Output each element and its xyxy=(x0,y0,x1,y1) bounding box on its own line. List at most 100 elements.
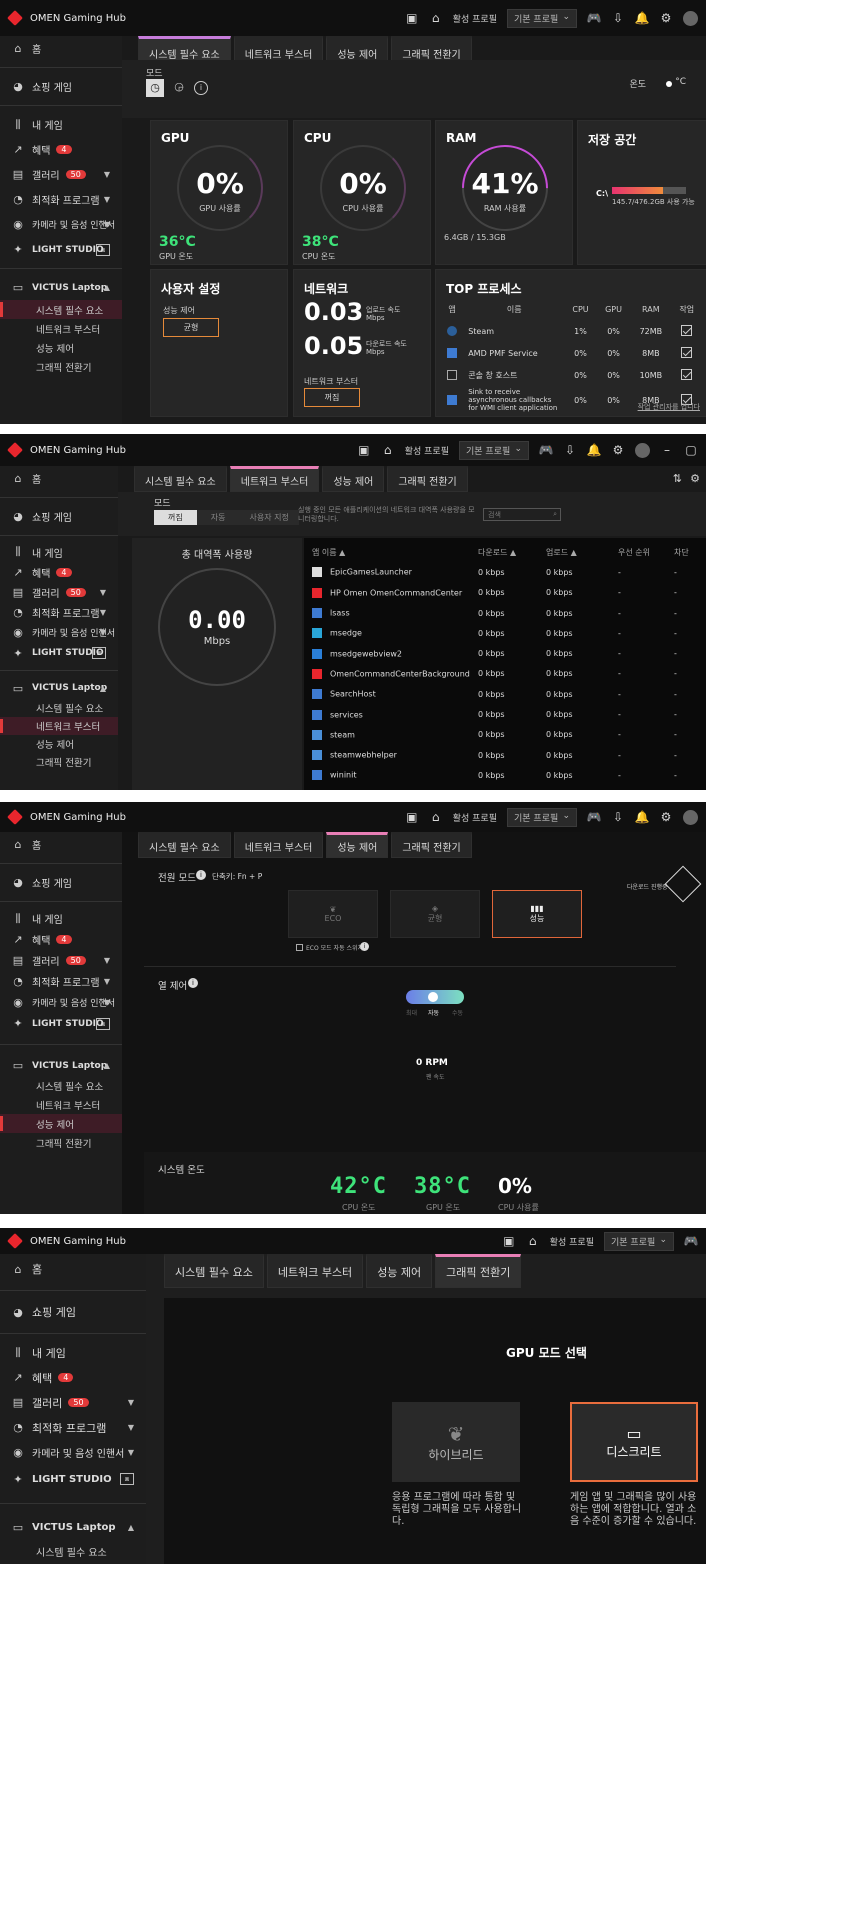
fan-mode-slider[interactable] xyxy=(406,990,464,1004)
priority-value[interactable]: - xyxy=(614,765,670,785)
sidebar-item-home[interactable]: ⌂ 홈 xyxy=(0,832,122,857)
sidebar-item-my-games[interactable]: ⫼ 내 게임 xyxy=(0,908,122,929)
bell-icon[interactable]: 🔔 xyxy=(587,443,602,457)
fan-gauge-icon[interactable]: ◶ xyxy=(170,79,188,97)
sidebar-sub-graphics[interactable]: 그래픽 전환기 xyxy=(0,753,118,771)
download-icon[interactable]: ⇩ xyxy=(611,11,625,25)
tab-performance[interactable]: 성능 제어 xyxy=(322,466,385,492)
mode-off-button[interactable]: 꺼짐 xyxy=(154,510,197,525)
info-icon[interactable]: i xyxy=(196,870,206,880)
balance-mode-card[interactable]: ◈ 균형 xyxy=(390,890,480,938)
block-value[interactable]: - xyxy=(670,704,706,724)
sidebar-item-home[interactable]: ⌂ 홈 xyxy=(0,1254,146,1284)
bell-icon[interactable]: 🔔 xyxy=(635,11,650,25)
sidebar-sub-graphics[interactable]: 그래픽 전환기 xyxy=(0,357,122,376)
bell-icon[interactable]: 🔔 xyxy=(635,810,650,824)
gear-icon[interactable]: ⚙ xyxy=(690,472,700,485)
sidebar-item-gallery[interactable]: ▤ 갤러리 50 ▼ xyxy=(0,1390,146,1415)
library-icon[interactable]: ▣ xyxy=(502,1234,516,1248)
sidebar-item-home[interactable]: ⌂ 홈 xyxy=(0,466,118,491)
tab-graphics[interactable]: 그래픽 전환기 xyxy=(435,1254,522,1288)
sidebar-item-device[interactable]: ▭ VICTUS Laptop ▲ xyxy=(0,1514,146,1540)
tab-network[interactable]: 네트워크 부스터 xyxy=(229,466,320,492)
controller-icon[interactable]: 🎮 xyxy=(539,443,554,457)
info-icon[interactable]: i xyxy=(188,978,198,988)
fan-mode-max[interactable]: 최대 xyxy=(406,1008,417,1017)
sidebar-item-optimizer[interactable]: ◔ 최적화 프로그램 ▼ xyxy=(0,602,118,622)
sidebar-sub-network[interactable]: 네트워크 부스터 xyxy=(0,319,122,338)
sidebar-item-shop[interactable]: ◕ 쇼핑 게임 xyxy=(0,74,122,99)
sidebar-sub-network[interactable]: 네트워크 부스터 xyxy=(0,1095,122,1114)
sidebar-item-light-studio[interactable]: ✦ LIGHT STUDIO ⧈ xyxy=(0,1465,146,1493)
table-row[interactable]: steam 0 kbps 0 kbps - - xyxy=(304,725,706,745)
table-row[interactable]: EpicGamesLauncher 0 kbps 0 kbps - - xyxy=(304,562,706,582)
block-value[interactable]: - xyxy=(670,643,706,663)
block-value[interactable]: - xyxy=(670,562,706,582)
sidebar-item-gallery[interactable]: ▤ 갤러리 50 ▼ xyxy=(0,162,122,187)
sidebar-item-gallery[interactable]: ▤ 갤러리 50 ▼ xyxy=(0,582,118,602)
sidebar-item-benefits[interactable]: ↗ 혜택 4 xyxy=(0,929,122,950)
table-row[interactable]: wininit 0 kbps 0 kbps - - xyxy=(304,765,706,785)
sidebar-item-optimizer[interactable]: ◔ 최적화 프로그램 ▼ xyxy=(0,971,122,992)
mode-custom-button[interactable]: 사용자 지정 xyxy=(239,510,299,525)
sidebar-item-benefits[interactable]: ↗ 혜택 4 xyxy=(0,562,118,582)
home-icon[interactable]: ⌂ xyxy=(429,11,443,25)
controller-icon[interactable]: 🎮 xyxy=(587,810,602,824)
eco-mode-card[interactable]: ❦ ECO xyxy=(288,890,378,938)
minimize-icon[interactable]: – xyxy=(660,443,674,457)
block-value[interactable]: - xyxy=(670,745,706,765)
tab-system[interactable]: 시스템 필수 요소 xyxy=(134,466,227,492)
task-manager-link[interactable]: 작업 관리자를 엽니다 xyxy=(638,402,700,412)
sidebar-sub-performance[interactable]: 성능 제어 xyxy=(0,735,118,753)
sidebar-item-device[interactable]: ▭ VICTUS Laptop ▲ xyxy=(0,1055,122,1076)
sidebar-sub-system[interactable]: 시스템 필수 요소 xyxy=(0,300,122,319)
gear-icon[interactable]: ⚙ xyxy=(659,810,673,824)
fan-mode-auto[interactable]: 자동 xyxy=(428,1008,439,1017)
search-input[interactable]: 검색 ⌕ xyxy=(483,508,561,521)
sidebar-item-my-games[interactable]: ⫼ 내 게임 xyxy=(0,1340,146,1365)
info-icon[interactable]: i xyxy=(194,81,208,95)
maximize-icon[interactable]: ▢ xyxy=(684,443,698,457)
table-row[interactable]: OmenCommandCenterBackground 0 kbps 0 kbps -… xyxy=(304,664,706,684)
temp-unit-radio[interactable] xyxy=(666,81,672,87)
slider-thumb[interactable] xyxy=(428,992,438,1002)
tab-network[interactable]: 네트워크 부스터 xyxy=(266,1254,364,1288)
home-icon[interactable]: ⌂ xyxy=(429,810,443,824)
block-value[interactable]: - xyxy=(670,684,706,704)
priority-value[interactable]: - xyxy=(614,745,670,765)
sidebar-sub-system[interactable]: 시스템 필수 요소 xyxy=(0,1076,122,1095)
mode-auto-button[interactable]: 자동 xyxy=(196,510,240,525)
sidebar-item-shop[interactable]: ◕ 쇼핑 게임 xyxy=(0,1297,146,1327)
home-icon[interactable]: ⌂ xyxy=(526,1234,540,1248)
perf-mode-button[interactable]: 균형 xyxy=(163,318,219,337)
download-icon[interactable]: ⇩ xyxy=(611,810,625,824)
tab-performance[interactable]: 성능 제어 xyxy=(366,1254,433,1288)
block-value[interactable]: - xyxy=(670,623,706,643)
table-row[interactable]: HP Omen OmenCommandCenter 0 kbps 0 kbps - - xyxy=(304,583,706,603)
sidebar-item-my-games[interactable]: ⫼ 내 게임 xyxy=(0,542,118,562)
sidebar-item-optimizer[interactable]: ◔ 최적화 프로그램 ▼ xyxy=(0,1415,146,1440)
sidebar-item-shop[interactable]: ◕ 쇼핑 게임 xyxy=(0,870,122,895)
sidebar-item-gallery[interactable]: ▤ 갤러리 50 ▼ xyxy=(0,950,122,971)
sidebar-item-device[interactable]: ▭ VICTUS Laptop ▲ xyxy=(0,275,122,300)
tab-network[interactable]: 네트워크 부스터 xyxy=(233,832,324,858)
booster-button[interactable]: 꺼짐 xyxy=(304,388,360,407)
performance-mode-card[interactable]: ▮▮▮ 성능 xyxy=(492,890,582,938)
table-row[interactable]: SearchHost 0 kbps 0 kbps - - xyxy=(304,684,706,704)
sidebar-item-camera[interactable]: ◉ 카메라 및 음성 인핸서 ▼ xyxy=(0,992,122,1013)
tab-system[interactable]: 시스템 필수 요소 xyxy=(164,1254,264,1288)
info-icon[interactable]: i xyxy=(360,942,369,951)
priority-value[interactable]: - xyxy=(614,583,670,603)
sidebar-item-optimizer[interactable]: ◔ 최적화 프로그램 ▼ xyxy=(0,187,122,212)
tab-system[interactable]: 시스템 필수 요소 xyxy=(138,832,231,858)
fan-mode-manual[interactable]: 수동 xyxy=(452,1008,463,1017)
block-value[interactable]: - xyxy=(670,603,706,623)
profile-select[interactable]: 기본 프로필 ⌄ xyxy=(507,8,577,28)
sidebar-item-camera[interactable]: ◉ 카메라 및 음성 인핸서 ▼ xyxy=(0,212,122,237)
sidebar-item-camera[interactable]: ◉ 카메라 및 음성 인핸서 ▼ xyxy=(0,1440,146,1465)
sidebar-sub-network[interactable]: 네트워크 부스터 xyxy=(0,1562,146,1564)
sidebar-item-benefits[interactable]: ↗ 혜택 4 xyxy=(0,137,122,162)
sidebar-sub-performance[interactable]: 성능 제어 xyxy=(0,338,122,357)
tab-graphics[interactable]: 그래픽 전환기 xyxy=(391,832,472,858)
hybrid-mode-card[interactable]: ❦ 하이브리드 xyxy=(392,1402,520,1482)
